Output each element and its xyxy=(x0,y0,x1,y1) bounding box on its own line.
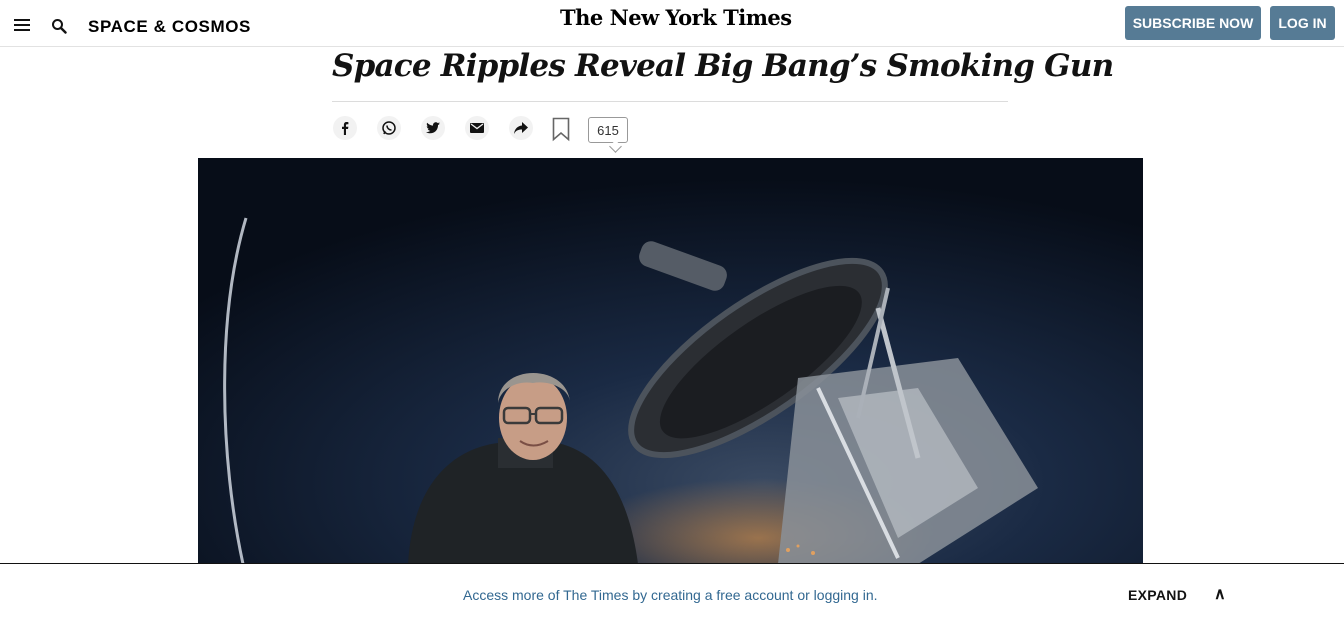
top-bar: SPACE & COSMOS The New York Times SUBSCR… xyxy=(0,0,1344,47)
twitter-share-button[interactable] xyxy=(421,116,445,140)
email-icon xyxy=(470,123,484,133)
bookmark-icon[interactable] xyxy=(552,117,570,142)
whatsapp-icon xyxy=(381,120,397,136)
lead-photo xyxy=(198,158,1143,564)
nyt-logo[interactable]: The New York Times xyxy=(560,5,792,30)
email-share-button[interactable] xyxy=(465,116,489,140)
more-share-button[interactable] xyxy=(509,116,533,140)
facebook-icon xyxy=(339,121,351,135)
article-headline: Space Ripples Reveal Big Bang’s Smoking … xyxy=(332,48,1114,84)
subscribe-button[interactable]: SUBSCRIBE NOW xyxy=(1125,6,1261,40)
section-title[interactable]: SPACE & COSMOS xyxy=(88,17,251,37)
login-button[interactable]: LOG IN xyxy=(1270,6,1335,40)
registration-banner: Access more of The Times by creating a f… xyxy=(0,563,1344,625)
twitter-icon xyxy=(426,122,440,134)
comment-count-button[interactable]: 615 xyxy=(588,117,628,143)
facebook-share-button[interactable] xyxy=(333,116,357,140)
whatsapp-share-button[interactable] xyxy=(377,116,401,140)
expand-button[interactable]: EXPAND xyxy=(1128,587,1187,603)
chevron-up-icon[interactable]: ∧ xyxy=(1214,584,1226,604)
headline-divider xyxy=(332,101,1008,102)
banner-message[interactable]: Access more of The Times by creating a f… xyxy=(463,587,878,603)
comment-count: 615 xyxy=(597,122,619,138)
menu-icon[interactable] xyxy=(14,19,30,31)
share-icon xyxy=(513,121,529,135)
search-icon[interactable] xyxy=(51,18,67,34)
